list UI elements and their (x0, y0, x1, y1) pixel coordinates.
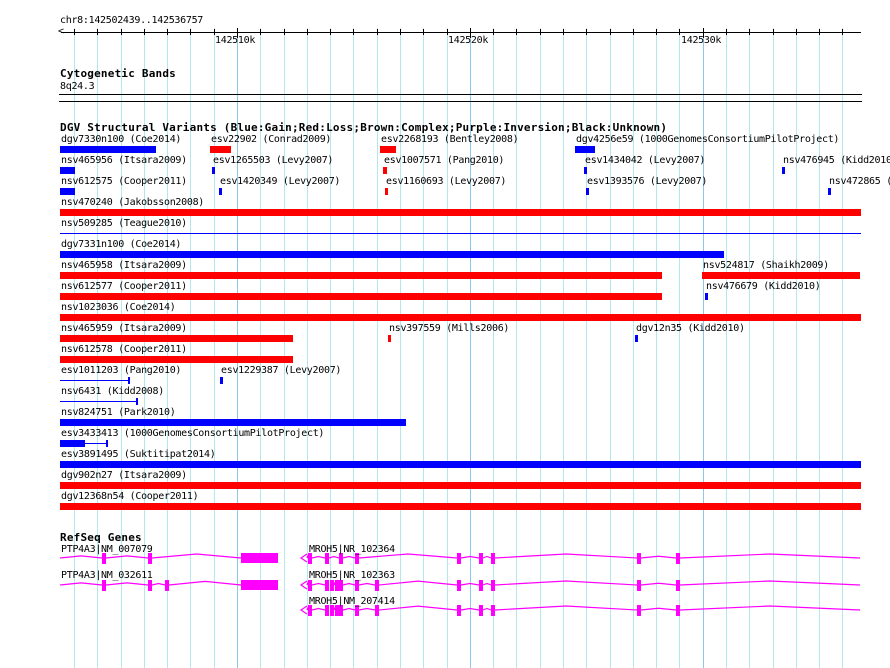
intron-line (60, 582, 103, 586)
intron-line (494, 605, 638, 611)
intron-line (482, 582, 492, 586)
gene-label[interactable]: PTP4A3|NM_032611 (61, 570, 153, 581)
intron-line (306, 606, 309, 611)
exon (675, 605, 680, 616)
intron-line (494, 580, 638, 586)
exon (148, 580, 153, 591)
intron-line (640, 582, 677, 586)
intron-line (679, 580, 861, 586)
exon (490, 580, 495, 591)
exon (338, 580, 343, 591)
intron-line (105, 582, 149, 586)
intron-line (333, 581, 336, 586)
intron-line (333, 606, 336, 611)
intron-line (460, 582, 480, 586)
exon (478, 580, 483, 591)
gene-label[interactable]: MROH5|NR_102364 (309, 544, 395, 555)
exon (675, 553, 680, 564)
exon (324, 580, 329, 591)
intron-line (679, 553, 861, 559)
exon (308, 580, 313, 591)
transcript[interactable] (299, 580, 861, 591)
intron-line (640, 555, 677, 559)
intron-line (640, 607, 677, 611)
exon (456, 553, 461, 564)
intron-line (342, 582, 356, 586)
intron-line (378, 580, 458, 586)
exon (490, 553, 495, 564)
exon (636, 553, 641, 564)
intron-line (482, 607, 492, 611)
intron-line (358, 607, 376, 611)
gene-models (60, 553, 861, 616)
intron-line (460, 555, 480, 559)
intron-line (311, 607, 326, 611)
gene-label[interactable]: MROH5|NM_207414 (309, 596, 395, 607)
exon (240, 553, 278, 563)
strand-arrow-icon (299, 553, 308, 563)
intron-line (358, 582, 376, 586)
gene-label[interactable]: MROH5|NR_102363 (309, 570, 395, 581)
exon (240, 580, 278, 590)
exon (334, 580, 339, 591)
strand-arrow-icon (299, 580, 308, 590)
exon (478, 553, 483, 564)
exon (374, 580, 379, 591)
exon (354, 580, 359, 591)
exon (636, 580, 641, 591)
intron-line (328, 555, 340, 559)
exon (456, 580, 461, 591)
exon (456, 605, 461, 616)
exon (478, 605, 483, 616)
exon (675, 580, 680, 591)
intron-line (168, 580, 242, 586)
exon (165, 580, 170, 591)
intron-line (460, 607, 480, 611)
intron-line (60, 555, 103, 559)
exon (490, 605, 495, 616)
transcript[interactable] (60, 580, 278, 591)
intron-line (482, 555, 492, 559)
intron-line (494, 553, 638, 559)
genome-browser-panel[interactable]: chr8:142502439..142536757 <142510k 142520… (0, 0, 890, 668)
strand-arrow-icon (299, 605, 308, 615)
intron-line (679, 605, 861, 611)
intron-line (311, 555, 326, 559)
intron-line (306, 581, 309, 586)
intron-line (151, 553, 242, 559)
exon (102, 580, 107, 591)
intron-line (306, 554, 309, 559)
gene-label[interactable]: PTP4A3|NM_007079 (61, 544, 153, 555)
intron-line (342, 607, 356, 611)
exon (636, 605, 641, 616)
exon (329, 580, 334, 591)
intron-line (151, 582, 166, 586)
intron-line (342, 555, 356, 559)
intron-line (311, 582, 326, 586)
intron-line (105, 555, 149, 559)
